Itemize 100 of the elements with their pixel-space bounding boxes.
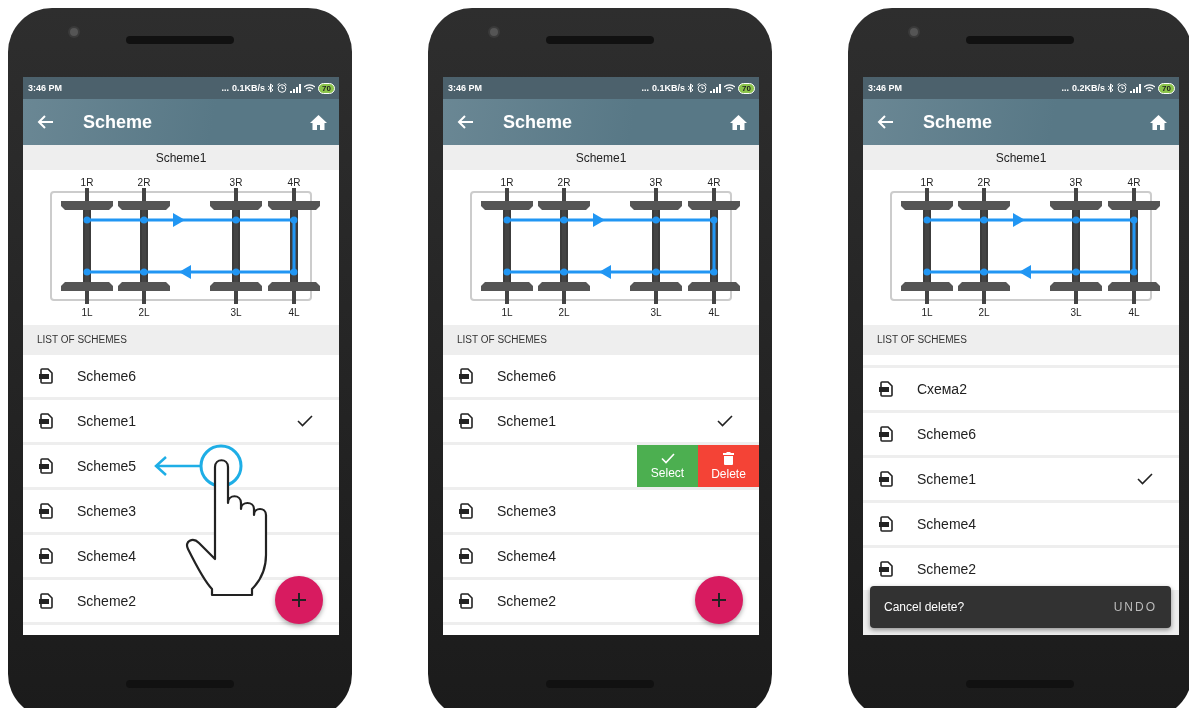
- wheel-label: 4R: [1127, 177, 1141, 188]
- signal-icon: [290, 83, 302, 93]
- network-speed: 0.2KB/s: [1072, 83, 1106, 93]
- signal-icon: [1130, 83, 1142, 93]
- scheme-list-item[interactable]: Scheme6: [443, 355, 759, 397]
- home-icon[interactable]: [730, 114, 747, 130]
- scheme-name: Scheme2: [497, 593, 557, 609]
- wheel-label: 4L: [288, 307, 300, 318]
- wifi-icon: [724, 83, 736, 93]
- scheme-name: Scheme1: [77, 413, 137, 429]
- document-icon: [459, 413, 473, 429]
- wifi-icon: [304, 83, 316, 93]
- scheme-list-item[interactable]: Scheme1: [863, 458, 1179, 500]
- battery-level: 70: [1158, 82, 1175, 94]
- delete-button[interactable]: Delete: [698, 445, 759, 487]
- document-icon: [39, 368, 53, 384]
- snackbar-message: Cancel delete?: [884, 600, 965, 614]
- wheel-label: 3R: [229, 177, 243, 188]
- document-icon: [459, 368, 473, 384]
- scheme-name: Scheme4: [77, 548, 137, 564]
- document-icon: [39, 458, 53, 474]
- wheel-label: 1L: [81, 307, 93, 318]
- wheel-label: 2L: [558, 307, 570, 318]
- scheme-name: Scheme5: [77, 458, 137, 474]
- battery-level: 70: [738, 82, 755, 94]
- scheme-list-item[interactable]: Scheme6: [23, 355, 339, 397]
- wheel-label: 3R: [1069, 177, 1083, 188]
- document-icon: [39, 413, 53, 429]
- network-speed: 0.1KB/s: [232, 83, 266, 93]
- undo-button[interactable]: UNDO: [1113, 600, 1157, 614]
- wifi-icon: [1144, 83, 1156, 93]
- network-speed: 0.1KB/s: [652, 83, 686, 93]
- document-icon: [39, 503, 53, 519]
- scheme-list-item[interactable]: Scheme3: [443, 490, 759, 532]
- scheme-list-item[interactable]: Scheme1: [23, 400, 339, 442]
- wheel-label: 4L: [708, 307, 720, 318]
- trash-icon: [723, 451, 734, 465]
- alarm-icon: [697, 83, 708, 93]
- wheel-label: 3R: [649, 177, 663, 188]
- screen-title: Scheme: [83, 111, 154, 133]
- document-icon: [39, 548, 53, 564]
- camera-lens: [70, 28, 78, 36]
- status-dots: ...: [641, 83, 650, 93]
- document-icon: [879, 471, 893, 487]
- document-icon: [459, 548, 473, 564]
- wheel-label: 1R: [80, 177, 94, 188]
- back-arrow-icon[interactable]: [37, 115, 53, 129]
- bluetooth-icon: [688, 83, 695, 93]
- status-dots: ...: [221, 83, 230, 93]
- home-icon[interactable]: [310, 114, 327, 130]
- scheme-name: Scheme4: [917, 516, 977, 532]
- document-icon: [39, 593, 53, 609]
- scheme-name: Scheme6: [497, 368, 557, 384]
- status-dots: ...: [1061, 83, 1070, 93]
- plus-icon: [712, 593, 726, 607]
- document-icon: [459, 593, 473, 609]
- scheme-list-item[interactable]: Scheme4: [443, 535, 759, 577]
- scheme-name: Scheme3: [497, 503, 557, 519]
- document-icon: [879, 561, 893, 577]
- wheel-label: 2L: [978, 307, 990, 318]
- document-icon: [879, 516, 893, 532]
- wheel-label: 3L: [1070, 307, 1082, 318]
- wheel-label: 3L: [230, 307, 242, 318]
- document-icon: [879, 381, 893, 397]
- wheel-label: 4L: [1128, 307, 1140, 318]
- checkmark-icon: [660, 452, 675, 464]
- scheme-name: Схема2: [917, 381, 967, 397]
- document-icon: [879, 426, 893, 442]
- wheel-label: 4R: [287, 177, 301, 188]
- wheel-label: 4R: [707, 177, 721, 188]
- bluetooth-icon: [268, 83, 275, 93]
- wheel-label: 1L: [501, 307, 513, 318]
- alarm-icon: [277, 83, 288, 93]
- home-icon[interactable]: [1150, 114, 1167, 130]
- back-arrow-icon[interactable]: [877, 115, 893, 129]
- screen-title: Scheme: [503, 111, 574, 133]
- wheel-label: 1L: [921, 307, 933, 318]
- scheme-name: Scheme1: [497, 413, 557, 429]
- scheme-name: Scheme2: [917, 561, 977, 577]
- scheme-list-item[interactable]: Схема2: [863, 368, 1179, 410]
- plus-icon: [292, 593, 306, 607]
- alarm-icon: [1117, 83, 1128, 93]
- status-time: 3:46 PM: [28, 83, 62, 93]
- wheel-label: 3L: [650, 307, 662, 318]
- signal-icon: [710, 83, 722, 93]
- scheme-list-item[interactable]: Scheme2: [863, 548, 1179, 590]
- status-time: 3:46 PM: [868, 83, 902, 93]
- scheme-list-item[interactable]: Scheme6: [863, 413, 1179, 455]
- camera-lens: [910, 28, 918, 36]
- wheel-label: 1R: [920, 177, 934, 188]
- wheel-label: 1R: [500, 177, 514, 188]
- wheel-label: 2R: [137, 177, 151, 188]
- screen-title: Scheme: [923, 111, 994, 133]
- back-arrow-icon[interactable]: [457, 115, 473, 129]
- battery-level: 70: [318, 82, 335, 94]
- scheme-list-item[interactable]: Scheme1: [443, 400, 759, 442]
- scheme-list-item[interactable]: Scheme4: [863, 503, 1179, 545]
- wheel-label: 2R: [557, 177, 571, 188]
- camera-lens: [490, 28, 498, 36]
- status-time: 3:46 PM: [448, 83, 482, 93]
